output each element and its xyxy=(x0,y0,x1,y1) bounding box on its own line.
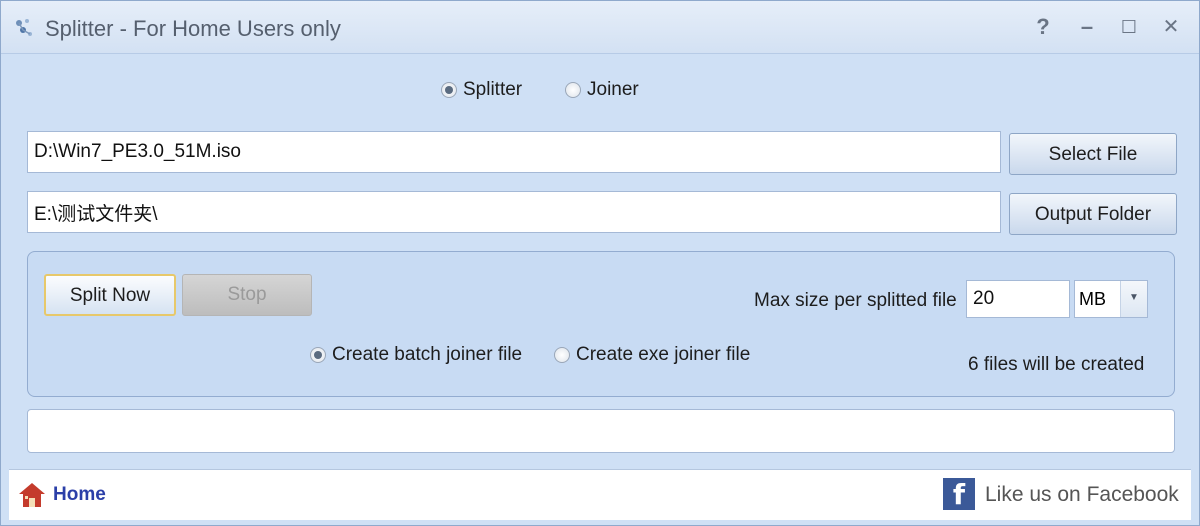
max-size-label: Max size per splitted file xyxy=(754,290,957,311)
radio-icon xyxy=(310,347,326,363)
facebook-icon[interactable]: f xyxy=(943,478,975,511)
max-size-input[interactable] xyxy=(966,280,1070,318)
close-button[interactable]: ✕ xyxy=(1157,13,1185,41)
radio-icon xyxy=(554,347,570,363)
stop-button[interactable]: Stop xyxy=(182,274,312,316)
progress-bar xyxy=(27,409,1175,453)
batch-joiner-radio[interactable]: Create batch joiner file xyxy=(310,344,522,366)
splitter-window: Splitter - For Home Users only ? – ☐ ✕ S… xyxy=(0,0,1200,526)
batch-joiner-label: Create batch joiner file xyxy=(332,344,523,365)
facebook-link[interactable]: Like us on Facebook xyxy=(985,483,1179,507)
exe-joiner-label: Create exe joiner file xyxy=(576,344,751,365)
chevron-down-icon[interactable]: ▼ xyxy=(1120,281,1147,317)
files-count-info: 6 files will be created xyxy=(968,354,1145,375)
title-bar[interactable]: Splitter - For Home Users only ? – ☐ ✕ xyxy=(1,1,1199,54)
mode-joiner-label: Joiner xyxy=(587,79,639,100)
unit-select[interactable]: MB ▼ xyxy=(1074,280,1148,318)
home-icon[interactable] xyxy=(17,480,47,510)
splitter-icon xyxy=(16,19,32,36)
radio-icon xyxy=(565,82,581,98)
radio-icon xyxy=(441,82,457,98)
minimize-button[interactable]: – xyxy=(1073,13,1101,41)
select-file-button[interactable]: Select File xyxy=(1009,133,1177,175)
footer-bar: Home f Like us on Facebook xyxy=(9,469,1191,520)
mode-splitter-radio[interactable]: Splitter xyxy=(441,79,522,101)
home-link[interactable]: Home xyxy=(53,484,106,506)
source-file-input[interactable] xyxy=(27,131,1001,173)
help-button[interactable]: ? xyxy=(1029,13,1057,41)
exe-joiner-radio[interactable]: Create exe joiner file xyxy=(554,344,750,366)
maximize-button[interactable]: ☐ xyxy=(1115,13,1143,41)
mode-joiner-radio[interactable]: Joiner xyxy=(565,79,639,101)
split-options-panel: Split Now Stop Max size per splitted fil… xyxy=(27,251,1175,397)
window-title: Splitter - For Home Users only xyxy=(45,16,341,41)
unit-select-value: MB xyxy=(1079,289,1106,309)
output-folder-button[interactable]: Output Folder xyxy=(1009,193,1177,235)
output-folder-input[interactable] xyxy=(27,191,1001,233)
mode-splitter-label: Splitter xyxy=(463,79,523,100)
split-now-button[interactable]: Split Now xyxy=(44,274,176,316)
